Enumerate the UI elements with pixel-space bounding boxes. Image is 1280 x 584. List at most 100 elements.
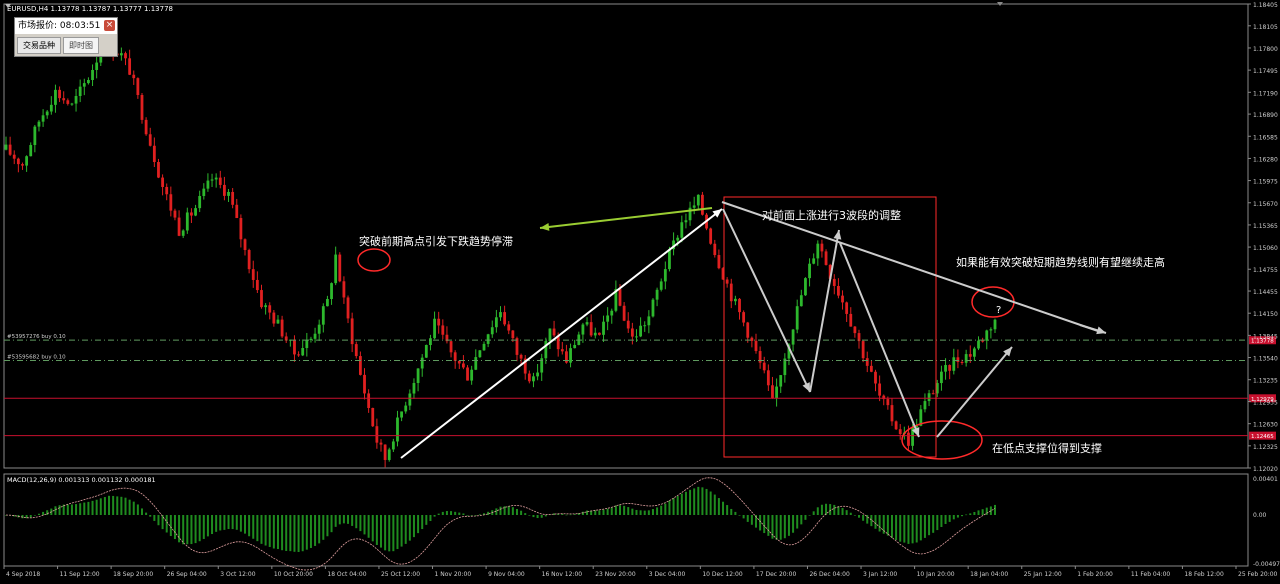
- candle-body: [91, 69, 94, 80]
- macd-histogram-bar: [858, 515, 861, 518]
- macd-histogram-bar: [396, 515, 399, 550]
- macd-histogram-bar: [42, 511, 45, 515]
- candle-body: [54, 89, 57, 105]
- candle-body: [742, 312, 746, 323]
- y-tick-label: 1.13845: [1253, 333, 1278, 340]
- macd-histogram-bar: [627, 507, 630, 515]
- macd-histogram-bar: [647, 510, 650, 515]
- macd-histogram-bar: [375, 515, 378, 545]
- macd-histogram-bar: [804, 515, 807, 520]
- macd-histogram-bar: [775, 515, 778, 540]
- candle-body: [45, 111, 49, 116]
- macd-histogram-bar: [499, 506, 502, 515]
- close-icon[interactable]: ×: [104, 20, 115, 31]
- candle-body: [264, 305, 268, 308]
- candle-body: [227, 191, 230, 196]
- macd-histogram-bar: [853, 515, 856, 516]
- symbol-header: EURUSD,H4 1.13778 1.13787 1.13777 1.1377…: [7, 5, 173, 13]
- macd-histogram-bar: [598, 510, 601, 515]
- candle-body: [837, 285, 840, 296]
- wave-b-arrow: [809, 229, 840, 393]
- chart-window[interactable]: EURUSD,H4 1.13778 1.13787 1.13777 1.1377…: [0, 0, 1280, 580]
- candle-body: [70, 103, 74, 105]
- candle-body: [363, 374, 366, 394]
- candle-body: [276, 319, 280, 324]
- candle-body: [235, 204, 239, 219]
- candle-body: [367, 393, 371, 408]
- macd-histogram-bar: [907, 515, 910, 544]
- tab-symbols[interactable]: 交易品种: [17, 37, 61, 54]
- candle-body: [494, 317, 498, 328]
- macd-histogram-bar: [470, 515, 473, 516]
- macd-histogram-bar: [722, 501, 725, 515]
- macd-histogram-bar: [841, 507, 844, 515]
- candle-body: [25, 156, 29, 166]
- market-watch-title[interactable]: 市场报价: 08:03:51 ×: [15, 18, 117, 34]
- candle-body: [87, 79, 90, 84]
- macd-histogram-bar: [923, 515, 926, 538]
- candle-body: [696, 194, 700, 206]
- macd-histogram-bar: [849, 512, 852, 515]
- candle-body: [651, 299, 655, 317]
- candle-body: [952, 357, 956, 371]
- candle-body: [659, 281, 663, 290]
- macd-histogram-bar: [301, 515, 304, 552]
- y-tick-label: 1.16890: [1253, 112, 1278, 119]
- candle-body: [569, 348, 572, 363]
- macd-histogram-bar: [796, 515, 799, 529]
- macd-histogram-bar: [330, 515, 333, 533]
- candle-body: [618, 288, 622, 306]
- macd-histogram-bar: [281, 515, 284, 551]
- macd-histogram-bar: [606, 508, 609, 515]
- macd-histogram-bar: [829, 504, 832, 515]
- macd-histogram-bar: [29, 515, 32, 518]
- candle-body: [944, 365, 947, 372]
- macd-histogram-bar: [569, 514, 572, 516]
- macd-histogram-bar: [384, 515, 387, 551]
- candle-body: [869, 365, 873, 372]
- macd-histogram-bar: [108, 495, 111, 515]
- y-tick-label: 1.18405: [1253, 2, 1278, 9]
- candle-body: [907, 432, 910, 446]
- macd-histogram-bar: [928, 515, 931, 536]
- candle-body: [313, 333, 317, 339]
- macd-histogram-bar: [684, 491, 687, 515]
- candle-body: [816, 243, 820, 259]
- macd-histogram-bar: [58, 505, 61, 515]
- y-tick-label: 1.12630: [1253, 422, 1278, 429]
- candle-body: [453, 352, 457, 361]
- macd-histogram-bar: [363, 515, 366, 535]
- macd-histogram-bar: [425, 515, 428, 525]
- macd-histogram-bar: [635, 509, 638, 515]
- macd-histogram-bar: [651, 509, 654, 515]
- market-watch-window[interactable]: 市场报价: 08:03:51 × 交易品种 即时图: [14, 17, 118, 57]
- macd-histogram-bar: [190, 515, 193, 545]
- macd-histogram-bar: [450, 511, 453, 515]
- candle-body: [548, 328, 552, 342]
- macd-histogram-bar: [478, 514, 481, 515]
- macd-histogram-bar: [231, 515, 234, 530]
- macd-header: MACD(12,26,9) 0.001313 0.001132 0.000181: [7, 476, 156, 484]
- candle-body: [890, 405, 894, 422]
- macd-histogram-bar: [441, 511, 444, 515]
- candle-body: [408, 393, 412, 406]
- candle-body: [239, 218, 243, 240]
- candle-body: [231, 191, 235, 205]
- candle-body: [317, 324, 321, 334]
- macd-histogram-bar: [623, 505, 626, 515]
- x-tick-label: 3 Oct 12:00: [220, 571, 255, 578]
- macd-histogram-bar: [46, 510, 49, 515]
- macd-histogram-bar: [202, 515, 205, 539]
- tab-tick-chart[interactable]: 即时图: [63, 37, 99, 54]
- candle-series: [4, 33, 997, 468]
- candle-body: [874, 371, 877, 384]
- candle-body: [532, 376, 535, 382]
- macd-histogram-bar: [371, 515, 374, 542]
- y-tick-label: 1.12325: [1253, 444, 1278, 451]
- chart-canvas[interactable]: EURUSD,H4 1.13778 1.13787 1.13777 1.1377…: [0, 0, 1280, 580]
- candle-body: [218, 177, 222, 185]
- candle-body: [462, 363, 465, 368]
- candle-body: [198, 196, 202, 209]
- candle-body: [62, 98, 66, 101]
- macd-histogram-bar: [169, 515, 172, 537]
